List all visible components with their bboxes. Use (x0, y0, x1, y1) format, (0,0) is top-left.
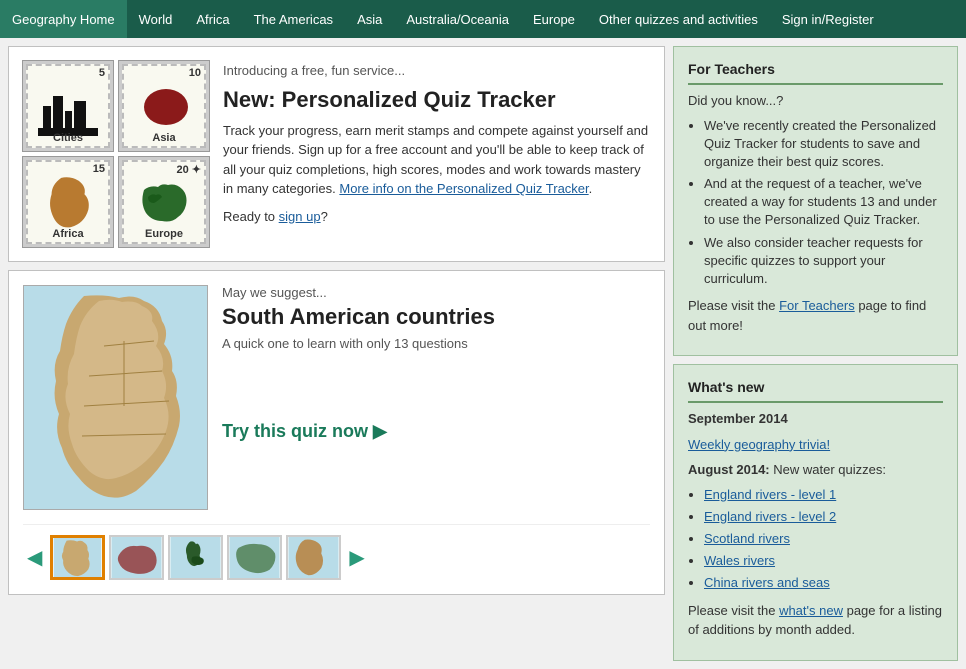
thumb-next-arrow[interactable]: ▶ (345, 543, 368, 572)
intro-body: Track your progress, earn merit stamps a… (223, 121, 650, 199)
stamp-cities-number: 5 (99, 67, 105, 79)
suggest-box: May we suggest... South American countri… (8, 270, 665, 595)
stamp-europe[interactable]: 20 ✦ Europe (119, 157, 209, 247)
try-quiz-button[interactable]: Try this quiz now (222, 421, 387, 442)
whats-new-sep-date: September 2014 (688, 409, 943, 429)
for-teachers-link[interactable]: For Teachers (779, 298, 855, 313)
page-container: 5 Cities 10 (0, 38, 966, 669)
stamp-asia-number: 10 (189, 67, 201, 79)
south-america-map (24, 286, 208, 510)
suggest-map (23, 285, 208, 510)
whats-new-link-4[interactable]: Wales rivers (704, 553, 775, 568)
intro-heading: Introducing a free, fun service... (223, 61, 650, 81)
thumb-uk-icon (170, 537, 221, 578)
suggest-content: May we suggest... South American countri… (222, 285, 650, 442)
whats-new-link-1[interactable]: England rivers - level 1 (704, 487, 836, 502)
whats-new-list: England rivers - level 1 England rivers … (704, 486, 943, 593)
whats-new-aug-intro: August 2014: New water quizzes: (688, 460, 943, 480)
thumb-africa[interactable] (286, 535, 341, 580)
stamp-cities-label: Cities (53, 132, 83, 144)
stamp-asia-icon (134, 79, 194, 134)
stamp-africa[interactable]: 15 Africa (23, 157, 113, 247)
nav-geography-home[interactable]: Geography Home (0, 0, 127, 38)
intro-title: New: Personalized Quiz Tracker (223, 87, 650, 113)
intro-box: 5 Cities 10 (8, 46, 665, 262)
whats-new-link-5[interactable]: China rivers and seas (704, 575, 830, 590)
left-column: 5 Cities 10 (8, 46, 665, 661)
stamp-europe-label: Europe (145, 228, 183, 240)
nav-other[interactable]: Other quizzes and activities (587, 0, 770, 38)
for-teachers-item-1: We've recently created the Personalized … (704, 117, 943, 172)
whats-new-sep-link[interactable]: Weekly geography trivia! (688, 437, 830, 452)
stamp-europe-number: 20 ✦ (176, 163, 201, 176)
thumb-south-america-icon (53, 538, 102, 577)
for-teachers-footer: Please visit the For Teachers page to fi… (688, 296, 943, 335)
main-nav: Geography Home World Africa The Americas… (0, 0, 966, 38)
thumb-south-america[interactable] (50, 535, 105, 580)
thumb-europe[interactable] (227, 535, 282, 580)
thumb-uk[interactable] (168, 535, 223, 580)
whats-new-footer: Please visit the what's new page for a l… (688, 601, 943, 640)
intro-text: Introducing a free, fun service... New: … (223, 61, 650, 234)
for-teachers-box: For Teachers Did you know...? We've rece… (673, 46, 958, 356)
stamp-asia-label: Asia (152, 132, 175, 144)
intro-tracker-link[interactable]: More info on the Personalized Quiz Track… (339, 181, 588, 196)
thumb-strip: ◀ (23, 524, 650, 580)
suggest-subtitle: A quick one to learn with only 13 questi… (222, 336, 650, 351)
right-column: For Teachers Did you know...? We've rece… (673, 46, 958, 661)
stamp-africa-number: 15 (93, 163, 105, 175)
nav-signin[interactable]: Sign in/Register (770, 0, 886, 38)
thumb-prev-arrow[interactable]: ◀ (23, 543, 46, 572)
stamp-cities-icon (38, 76, 98, 136)
suggest-title: South American countries (222, 304, 650, 330)
whats-new-link-2[interactable]: England rivers - level 2 (704, 509, 836, 524)
for-teachers-title: For Teachers (688, 61, 943, 85)
whats-new-title: What's new (688, 379, 943, 403)
stamp-africa-icon (41, 173, 96, 231)
whats-new-footer-link[interactable]: what's new (779, 603, 843, 618)
thumb-asia-icon (111, 537, 162, 578)
thumb-africa-icon (288, 537, 339, 578)
nav-asia[interactable]: Asia (345, 0, 394, 38)
stamps-grid: 5 Cities 10 (23, 61, 209, 247)
intro-ready: Ready to sign up? (223, 207, 650, 227)
for-teachers-item-2: And at the request of a teacher, we've c… (704, 175, 943, 230)
nav-americas[interactable]: The Americas (242, 0, 345, 38)
nav-europe[interactable]: Europe (521, 0, 587, 38)
thumb-europe-icon (229, 537, 280, 578)
nav-africa[interactable]: Africa (184, 0, 241, 38)
for-teachers-item-3: We also consider teacher requests for sp… (704, 234, 943, 289)
suggest-section: May we suggest... South American countri… (23, 285, 650, 510)
thumb-asia[interactable] (109, 535, 164, 580)
whats-new-box: What's new September 2014 Weekly geograp… (673, 364, 958, 660)
stamp-africa-label: Africa (52, 228, 83, 240)
stamp-europe-icon (134, 175, 194, 230)
stamp-section: 5 Cities 10 (23, 61, 650, 247)
suggest-heading: May we suggest... (222, 285, 650, 300)
nav-world[interactable]: World (127, 0, 185, 38)
stamp-cities[interactable]: 5 Cities (23, 61, 113, 151)
for-teachers-intro: Did you know...? (688, 91, 943, 111)
stamp-asia[interactable]: 10 Asia (119, 61, 209, 151)
whats-new-link-3[interactable]: Scotland rivers (704, 531, 790, 546)
for-teachers-list: We've recently created the Personalized … (704, 117, 943, 289)
signup-link[interactable]: sign up (279, 209, 321, 224)
nav-australia[interactable]: Australia/Oceania (394, 0, 521, 38)
